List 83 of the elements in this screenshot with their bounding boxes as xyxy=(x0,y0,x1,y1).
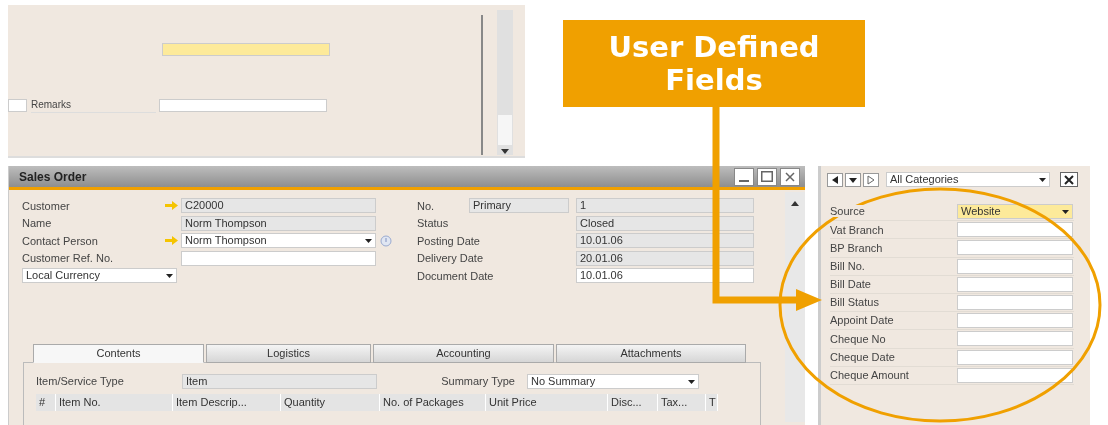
input-field[interactable]: C20000 xyxy=(181,198,376,214)
dropdown-field[interactable]: Website xyxy=(957,204,1073,220)
minimize-icon xyxy=(739,179,749,182)
close-icon xyxy=(785,171,795,182)
field-label: Cheque No xyxy=(830,332,886,345)
column-header[interactable]: Item Descrip... xyxy=(173,394,281,411)
input-field[interactable] xyxy=(8,98,27,112)
field-label: Name xyxy=(22,216,53,231)
field-label: Item/Service Type xyxy=(36,374,125,390)
field-label: Bill Date xyxy=(830,278,871,291)
caret-icon xyxy=(166,273,173,278)
input-field[interactable] xyxy=(957,240,1073,256)
field-label: Remarks xyxy=(31,97,156,113)
field-label: Cheque Amount xyxy=(830,369,909,382)
next-icon xyxy=(863,172,879,187)
column-header[interactable]: Quantity xyxy=(281,394,380,411)
close-button[interactable] xyxy=(1060,172,1078,187)
column-header[interactable]: Disc... xyxy=(608,394,658,411)
series-field[interactable]: Primary xyxy=(469,198,569,214)
previous-icon xyxy=(827,172,843,187)
input-field[interactable]: Item xyxy=(182,374,377,389)
scrollbar[interactable] xyxy=(497,10,513,155)
field-label: Vat Branch xyxy=(830,223,884,236)
input-field[interactable] xyxy=(957,367,1073,383)
input-field[interactable] xyxy=(159,98,327,112)
maximize-button[interactable] xyxy=(757,167,777,186)
field-label: Source xyxy=(830,205,865,218)
column-header[interactable]: Unit Price xyxy=(486,394,608,411)
input-field[interactable] xyxy=(162,43,330,56)
field-label: Delivery Date xyxy=(417,251,485,266)
field-label: Posting Date xyxy=(417,233,481,249)
maximize-icon xyxy=(761,171,773,182)
input-field[interactable]: Norm Thompson xyxy=(181,215,376,231)
caret-icon xyxy=(688,379,695,384)
dropdown-field[interactable]: No Summary xyxy=(527,374,699,389)
input-field[interactable]: Closed xyxy=(576,215,754,231)
field-label: Bill Status xyxy=(830,296,879,309)
input-field[interactable] xyxy=(957,313,1073,329)
input-field[interactable]: 1 xyxy=(576,198,754,214)
field-label: Cheque Date xyxy=(830,350,895,363)
dropdown-field[interactable]: Norm Thompson xyxy=(181,233,376,249)
field-label: Customer Ref. No. xyxy=(22,251,115,266)
tab[interactable]: Logistics xyxy=(206,344,371,363)
caret-icon xyxy=(1062,209,1069,214)
column-header[interactable]: T xyxy=(706,394,718,411)
column-header[interactable]: Tax... xyxy=(658,394,706,411)
field-label: Document Date xyxy=(417,268,495,284)
window-title: Sales Order xyxy=(19,168,87,186)
tab[interactable]: Accounting xyxy=(373,344,554,363)
minimize-button[interactable] xyxy=(734,167,754,186)
callout-label: User Defined Fields xyxy=(563,20,865,107)
caret-icon xyxy=(1039,177,1046,182)
column-header[interactable]: Item No. xyxy=(56,394,173,411)
scroll-down-icon xyxy=(501,149,509,154)
input-field[interactable]: 10.01.06 xyxy=(576,233,754,249)
close-icon xyxy=(1063,173,1075,186)
caret-icon xyxy=(365,238,372,243)
dropdown-icon xyxy=(845,172,861,187)
dropdown-field[interactable]: Local Currency xyxy=(22,268,177,284)
input-field[interactable]: 10.01.06 xyxy=(576,268,754,284)
tab[interactable]: Contents xyxy=(33,344,204,363)
scrollbar[interactable] xyxy=(785,192,805,422)
field-label: No. xyxy=(417,198,436,214)
input-field[interactable] xyxy=(957,258,1073,274)
input-field[interactable] xyxy=(181,250,376,266)
field-label: Contact Person xyxy=(22,233,99,249)
field-label: Customer xyxy=(22,198,71,214)
input-field[interactable] xyxy=(957,331,1073,347)
field-label: Status xyxy=(417,216,450,231)
scroll-up-icon xyxy=(791,201,799,206)
input-field[interactable] xyxy=(957,276,1073,292)
input-field[interactable] xyxy=(957,295,1073,311)
input-field[interactable]: 20.01.06 xyxy=(576,250,754,266)
field-label: Summary Type xyxy=(440,374,516,390)
input-field[interactable] xyxy=(957,349,1073,365)
tab[interactable]: Attachments xyxy=(556,344,746,363)
column-header[interactable]: # xyxy=(36,394,56,411)
column-header[interactable]: No. of Packages xyxy=(380,394,486,411)
field-label: BP Branch xyxy=(830,241,883,254)
dropdown-field[interactable]: All Categories xyxy=(886,172,1050,187)
field-label: Appoint Date xyxy=(830,314,894,327)
input-field[interactable] xyxy=(957,222,1073,238)
field-label: Bill No. xyxy=(830,259,865,272)
